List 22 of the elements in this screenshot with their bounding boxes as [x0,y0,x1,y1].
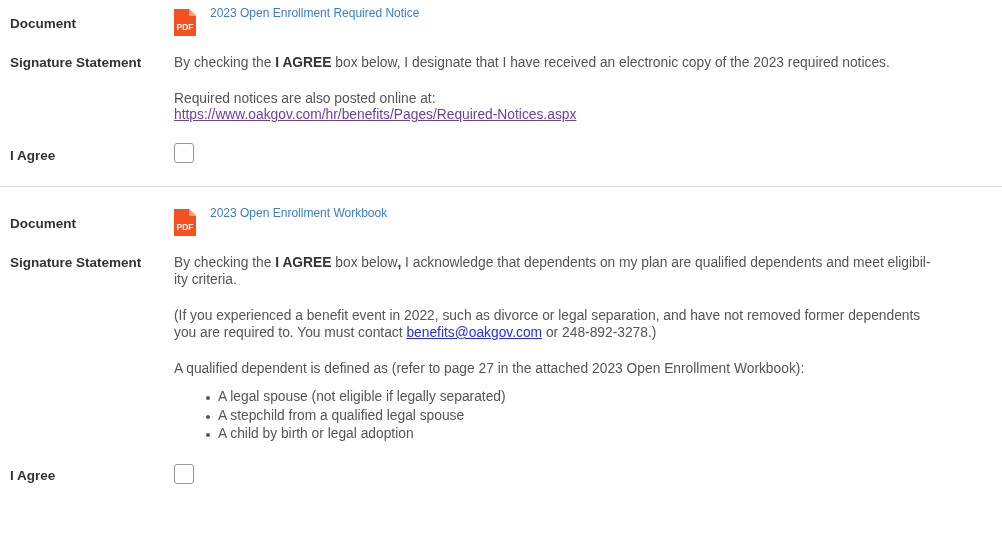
statement-text: By checking the I AGREE box below, I acknowledge that dependents on my plan are qualified dependents and meet eligibil- ity criteria. [174,254,932,288]
pdf-file-icon: PDF [174,9,196,36]
list-item: A legal spouse (not eligible if legally separated) [205,388,506,407]
field-label: Document [10,15,77,33]
url-link[interactable]: https://www.oakgov.com/hr/benefits/Pages/Required-Notices.aspx [174,106,577,123]
pdf-file-icon: PDF [174,209,196,236]
statement-text: Required notices are also posted online at: [174,90,437,107]
list-item: A stepchild from a qualified legal spouse [205,406,465,425]
document-link[interactable]: 2023 Open Enrollment Required Notice [210,5,420,21]
field-label: Document [10,215,77,233]
document-link[interactable]: 2023 Open Enrollment Workbook [210,205,388,221]
agree-checkbox[interactable] [174,143,194,163]
field-label: I Agree [10,146,57,165]
statement-text: By checking the I AGREE box below, I designate that I have received an electronic copy of the 2023 required notices. [174,54,891,71]
list-item: A child by birth or legal adoption [205,425,414,444]
field-label: I Agree [10,467,57,485]
statement-text: (If you experienced a benefit event in 2022, such as divorce or legal separation, and have not removed former dependents you are required to. You must contact benefits@oakgov.com or 248-892-3278.) [174,307,922,341]
statement-text: A qualified dependent is defined as (refer to page 27 in the attached 2023 Open Enrollment Workbook): [174,360,806,377]
field-label: Signature Statement [10,254,143,272]
email-link[interactable]: benefits@oakgov.com [406,325,543,340]
agree-checkbox[interactable] [174,463,194,484]
field-label: Signature Statement [10,54,143,72]
